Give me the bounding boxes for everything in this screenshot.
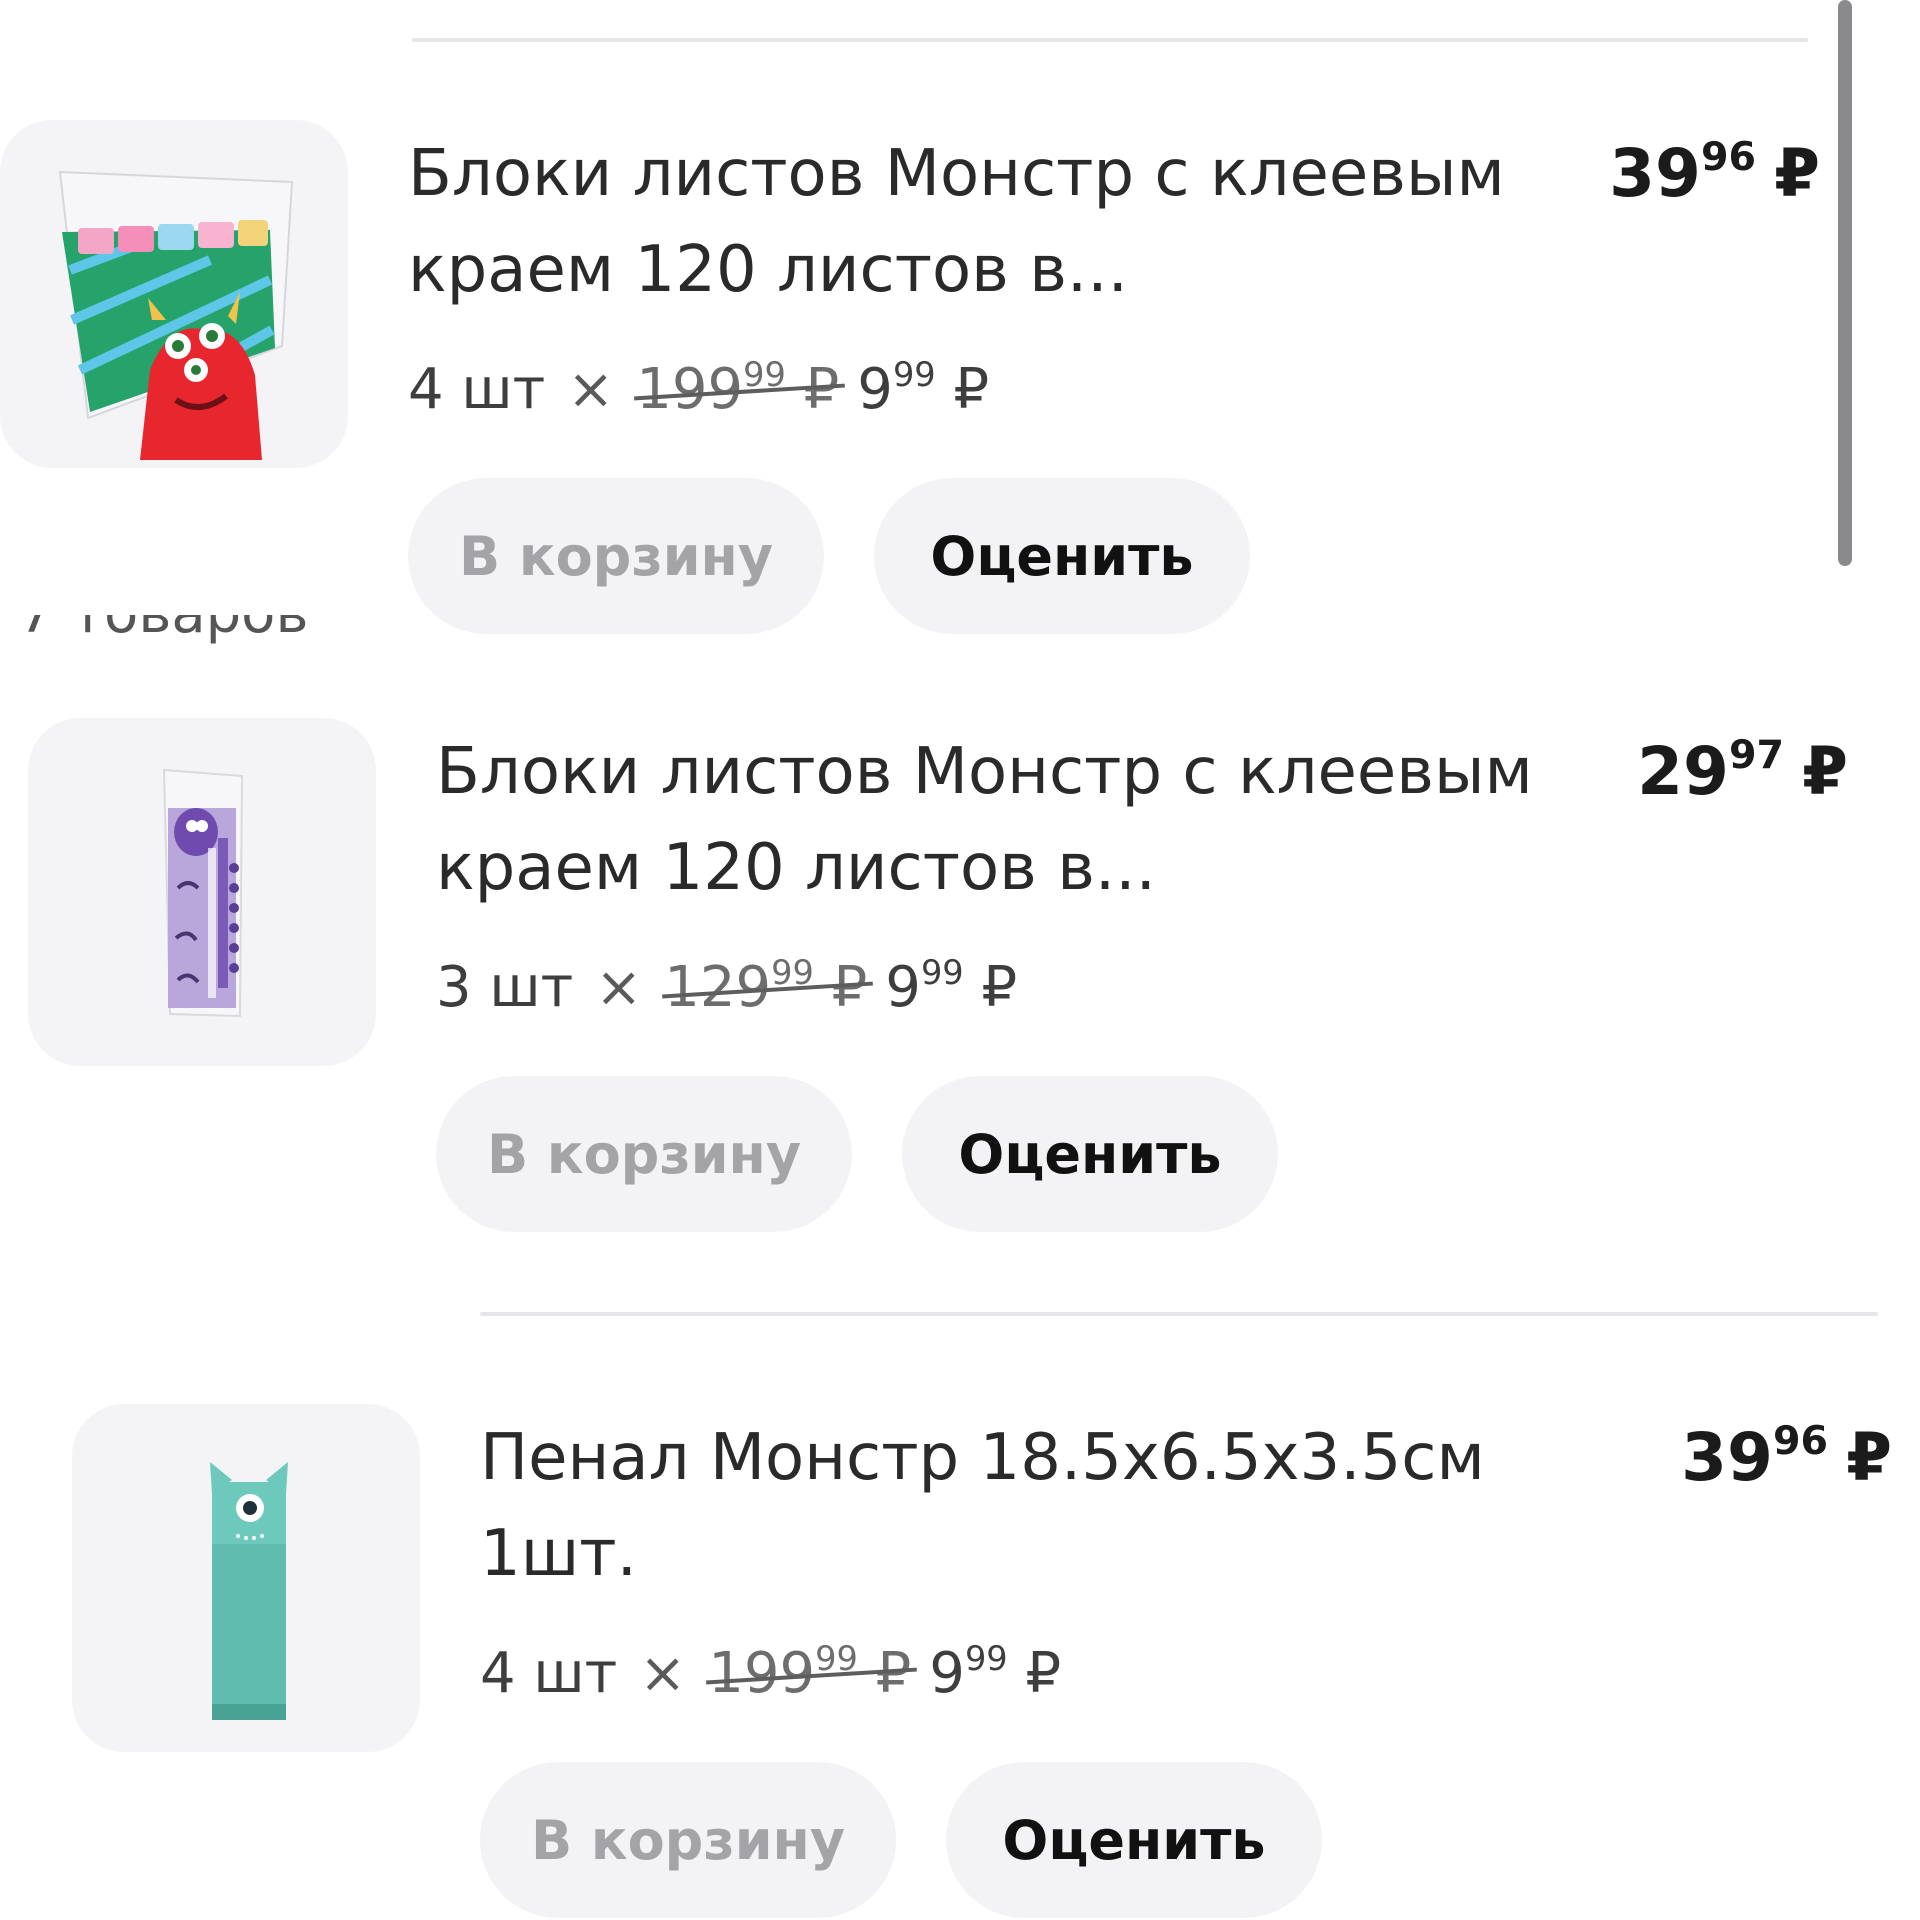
unit-price: 999 ₽ (885, 953, 1018, 1020)
quantity-line: 3 шт × 12999 ₽ 999 ₽ (436, 940, 1017, 1043)
quantity-line: 4 шт × 19999 ₽ 999 ₽ (408, 342, 989, 445)
old-price: 12999 ₽ (664, 953, 868, 1020)
product-image[interactable] (0, 120, 348, 468)
product-image[interactable] (28, 718, 376, 1066)
quantity-line: 4 шт × 19999 ₽ 999 ₽ (480, 1626, 1061, 1729)
product-title[interactable]: Пенал Монстр 18.5x6.5x3.5см 1шт. (480, 1410, 1600, 1602)
total-price: 3996 ₽ (1609, 134, 1820, 212)
total-price: 3996 ₽ (1681, 1418, 1892, 1496)
unit-price: 999 ₽ (929, 1639, 1062, 1706)
times-sign: × (567, 357, 615, 422)
order-item: Блоки листов Монстр с клеевым краем 120 … (28, 598, 1848, 1232)
quantity: 4 шт (480, 1641, 618, 1706)
order-item: Пенал Монстр 18.5x6.5x3.5см 1шт. 3996 ₽ 4… (72, 1284, 1892, 1918)
product-image[interactable] (72, 1404, 420, 1752)
rate-button[interactable]: Оценить (902, 1076, 1278, 1232)
monster-sticky-tabs-image (162, 768, 244, 1018)
total-price: 2997 ₽ (1637, 732, 1848, 810)
unit-price: 999 ₽ (857, 355, 990, 422)
quantity: 3 шт (436, 955, 574, 1020)
monster-pencil-case-image (210, 1462, 288, 1720)
rate-button[interactable]: Оценить (946, 1762, 1322, 1918)
old-price: 19999 ₽ (708, 1639, 912, 1706)
add-to-cart-button[interactable]: В корзину (436, 1076, 852, 1232)
old-price: 19999 ₽ (636, 355, 840, 422)
order-item: Блоки листов Монстр с клеевым краем 120 … (0, 0, 1820, 634)
add-to-cart-button[interactable]: В корзину (480, 1762, 896, 1918)
scrollbar[interactable] (1838, 0, 1852, 566)
times-sign: × (639, 1641, 687, 1706)
monster-sticky-notes-image (58, 170, 294, 460)
times-sign: × (595, 955, 643, 1020)
product-title[interactable]: Блоки листов Монстр с клеевым краем 120 … (436, 724, 1556, 916)
quantity: 4 шт (408, 357, 546, 422)
product-title[interactable]: Блоки листов Монстр с клеевым краем 120 … (408, 126, 1528, 318)
